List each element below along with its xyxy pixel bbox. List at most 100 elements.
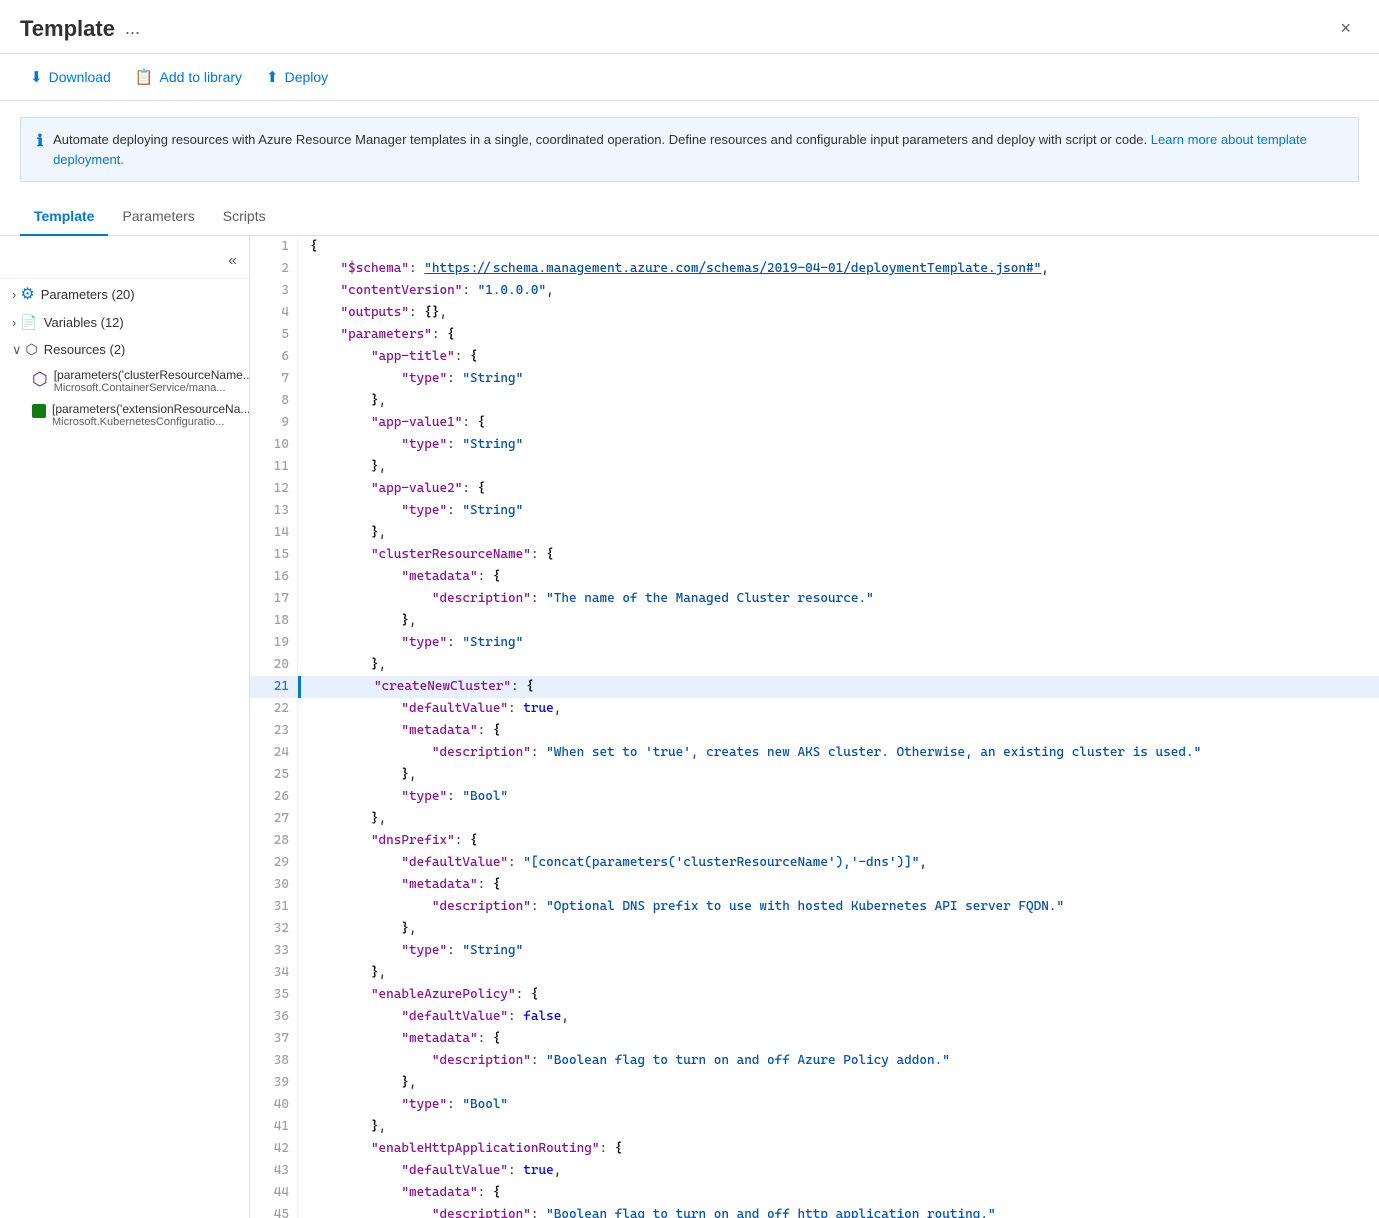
- vars-icon: 📄: [20, 314, 37, 331]
- code-line-6: "app-title": {: [298, 346, 1379, 368]
- code-line-12: "app-value2": {: [298, 478, 1379, 500]
- resource-2-icon: [32, 404, 46, 418]
- line-number-13: 13: [250, 500, 297, 522]
- sidebar-parameters-section[interactable]: › ⚙ Parameters (20): [0, 279, 249, 309]
- chevron-down-icon-res: ∨: [12, 342, 22, 358]
- line-number-44: 44: [250, 1182, 297, 1204]
- code-line-35: "enableAzurePolicy": {: [298, 984, 1379, 1006]
- code-line-18: },: [298, 610, 1379, 632]
- line-number-17: 17: [250, 588, 297, 610]
- code-editor[interactable]: 1234567891011121314151617181920212223242…: [250, 236, 1379, 1218]
- line-number-28: 28: [250, 830, 297, 852]
- info-icon: ℹ: [37, 131, 43, 151]
- line-number-27: 27: [250, 808, 297, 830]
- resource-item-1[interactable]: ⬡ [parameters('clusterResourceName... Mi…: [0, 365, 249, 397]
- resources-icon: ⬡: [26, 341, 38, 358]
- add-to-library-button[interactable]: 📋 Add to library: [125, 62, 252, 92]
- line-number-4: 4: [250, 302, 297, 324]
- line-number-37: 37: [250, 1028, 297, 1050]
- resource-2-name: [parameters('extensionResourceNa...: [52, 402, 250, 416]
- close-button[interactable]: ×: [1332, 14, 1359, 43]
- dialog-title: Template: [20, 16, 115, 42]
- line-number-39: 39: [250, 1072, 297, 1094]
- code-line-1: {: [298, 236, 1379, 258]
- line-number-18: 18: [250, 610, 297, 632]
- tab-parameters[interactable]: Parameters: [108, 198, 208, 236]
- code-line-31: "description": "Optional DNS prefix to u…: [298, 896, 1379, 918]
- resource-2-type: Microsoft.KubernetesConfiguratio...: [52, 416, 250, 428]
- code-line-32: },: [298, 918, 1379, 940]
- code-line-34: },: [298, 962, 1379, 984]
- tab-template[interactable]: Template: [20, 198, 108, 236]
- code-line-27: },: [298, 808, 1379, 830]
- resource-1-type: Microsoft.ContainerService/mana...: [54, 382, 250, 394]
- code-line-37: "metadata": {: [298, 1028, 1379, 1050]
- line-number-14: 14: [250, 522, 297, 544]
- line-number-3: 3: [250, 280, 297, 302]
- code-line-19: "type": "String": [298, 632, 1379, 654]
- line-number-36: 36: [250, 1006, 297, 1028]
- code-line-8: },: [298, 390, 1379, 412]
- code-line-36: "defaultValue": false,: [298, 1006, 1379, 1028]
- chevron-right-icon-vars: ›: [12, 315, 16, 330]
- library-label: Add to library: [160, 69, 242, 85]
- resource-item-2[interactable]: [parameters('extensionResourceNa... Micr…: [0, 399, 249, 431]
- code-line-40: "type": "Bool": [298, 1094, 1379, 1116]
- code-line-38: "description": "Boolean flag to turn on …: [298, 1050, 1379, 1072]
- sidebar-resources-section[interactable]: ∨ ⬡ Resources (2): [0, 336, 249, 363]
- variables-label: Variables (12): [44, 315, 124, 330]
- chevron-right-icon: ›: [12, 287, 16, 302]
- line-number-30: 30: [250, 874, 297, 896]
- code-lines: { "$schema": "https://schema.management.…: [298, 236, 1379, 1218]
- parameters-label: Parameters (20): [41, 287, 135, 302]
- collapse-sidebar-button[interactable]: «: [224, 248, 241, 274]
- code-line-9: "app-value1": {: [298, 412, 1379, 434]
- download-label: Download: [49, 69, 111, 85]
- tab-scripts[interactable]: Scripts: [209, 198, 280, 236]
- code-line-42: "enableHttpApplicationRouting": {: [298, 1138, 1379, 1160]
- line-number-40: 40: [250, 1094, 297, 1116]
- line-number-19: 19: [250, 632, 297, 654]
- line-number-21: 21: [250, 676, 297, 698]
- line-number-34: 34: [250, 962, 297, 984]
- line-number-45: 45: [250, 1204, 297, 1218]
- resource-1-name: [parameters('clusterResourceName...: [54, 368, 250, 382]
- close-icon: ×: [1340, 18, 1351, 38]
- deploy-button[interactable]: ⬆ Deploy: [256, 62, 338, 92]
- code-line-15: "clusterResourceName": {: [298, 544, 1379, 566]
- code-line-30: "metadata": {: [298, 874, 1379, 896]
- code-line-23: "metadata": {: [298, 720, 1379, 742]
- line-number-33: 33: [250, 940, 297, 962]
- toolbar: ⬇ Download 📋 Add to library ⬆ Deploy: [0, 54, 1379, 101]
- sidebar: « › ⚙ Parameters (20) › 📄 Variables (12)…: [0, 236, 250, 1218]
- line-number-29: 29: [250, 852, 297, 874]
- code-line-13: "type": "String": [298, 500, 1379, 522]
- code-line-2: "$schema": "https://schema.management.az…: [298, 258, 1379, 280]
- library-icon: 📋: [135, 68, 154, 86]
- download-icon: ⬇: [30, 68, 43, 86]
- code-line-41: },: [298, 1116, 1379, 1138]
- resources-label: Resources (2): [44, 342, 126, 357]
- line-number-32: 32: [250, 918, 297, 940]
- download-button[interactable]: ⬇ Download: [20, 62, 121, 92]
- line-number-31: 31: [250, 896, 297, 918]
- code-line-44: "metadata": {: [298, 1182, 1379, 1204]
- code-line-39: },: [298, 1072, 1379, 1094]
- header-more-options[interactable]: ...: [125, 18, 140, 39]
- code-line-7: "type": "String": [298, 368, 1379, 390]
- code-line-5: "parameters": {: [298, 324, 1379, 346]
- line-number-8: 8: [250, 390, 297, 412]
- line-number-12: 12: [250, 478, 297, 500]
- header-left: Template ...: [20, 16, 140, 42]
- line-number-43: 43: [250, 1160, 297, 1182]
- collapse-icon: «: [228, 252, 237, 269]
- code-line-14: },: [298, 522, 1379, 544]
- code-line-24: "description": "When set to 'true', crea…: [298, 742, 1379, 764]
- code-line-11: },: [298, 456, 1379, 478]
- line-number-5: 5: [250, 324, 297, 346]
- line-number-35: 35: [250, 984, 297, 1006]
- line-number-16: 16: [250, 566, 297, 588]
- sidebar-variables-section[interactable]: › 📄 Variables (12): [0, 309, 249, 336]
- code-line-3: "contentVersion": "1.0.0.0",: [298, 280, 1379, 302]
- code-container: 1234567891011121314151617181920212223242…: [250, 236, 1379, 1218]
